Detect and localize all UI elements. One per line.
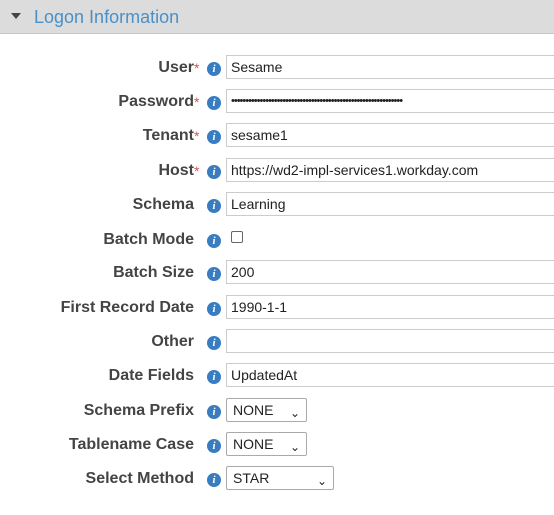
batch-size-input[interactable]: 200 — [226, 260, 554, 284]
select-method-value: STAR — [233, 470, 270, 486]
host-info-icon[interactable]: i — [207, 165, 221, 179]
chevron-down-icon: ⌄ — [289, 406, 300, 420]
logon-form: User * i Sesame Password * i •••••••••••… — [0, 34, 554, 515]
batch-mode-info-icon[interactable]: i — [207, 234, 221, 248]
user-label: User — [158, 59, 194, 76]
tenant-required-marker: * — [194, 128, 200, 144]
first-record-date-info-icon[interactable]: i — [207, 302, 221, 316]
chevron-down-icon: ⌄ — [289, 440, 300, 454]
batch-size-info-icon[interactable]: i — [207, 267, 221, 281]
other-label: Other — [151, 333, 194, 350]
user-input[interactable]: Sesame — [226, 55, 554, 79]
date-fields-label: Date Fields — [108, 367, 194, 384]
schema-prefix-label: Schema Prefix — [83, 402, 194, 419]
schema-prefix-value: NONE — [233, 402, 274, 418]
other-input[interactable] — [226, 329, 554, 353]
host-required-marker: * — [194, 163, 200, 179]
first-record-date-label: First Record Date — [60, 299, 194, 316]
chevron-down-icon: ⌄ — [316, 474, 327, 488]
tenant-label: Tenant — [142, 127, 194, 144]
schema-label: Schema — [132, 196, 194, 213]
host-input[interactable]: https://wd2-impl-services1.workday.com — [226, 158, 554, 182]
tablename-case-label: Tablename Case — [68, 436, 194, 453]
password-input[interactable]: ••••••••••••••••••••••••••••••••••••••••… — [226, 89, 554, 113]
date-fields-input[interactable]: UpdatedAt — [226, 363, 554, 387]
user-required-marker: * — [194, 60, 200, 76]
select-method-label: Select Method — [85, 470, 194, 487]
batch-mode-checkbox[interactable] — [231, 231, 243, 243]
select-method-select[interactable]: STAR ⌄ — [226, 466, 334, 490]
schema-info-icon[interactable]: i — [207, 199, 221, 213]
password-label: Password — [118, 93, 194, 110]
other-info-icon[interactable]: i — [207, 336, 221, 350]
select-method-info-icon[interactable]: i — [207, 473, 221, 487]
schema-prefix-info-icon[interactable]: i — [207, 405, 221, 419]
password-info-icon[interactable]: i — [207, 96, 221, 110]
date-fields-info-icon[interactable]: i — [207, 370, 221, 384]
section-title: Logon Information — [34, 7, 180, 27]
tablename-case-select[interactable]: NONE ⌄ — [226, 432, 307, 456]
user-info-icon[interactable]: i — [207, 62, 221, 76]
batch-mode-label: Batch Mode — [103, 231, 194, 248]
schema-prefix-select[interactable]: NONE ⌄ — [226, 398, 307, 422]
host-label: Host — [158, 162, 194, 179]
section-header[interactable]: Logon Information — [0, 0, 554, 34]
tenant-info-icon[interactable]: i — [207, 130, 221, 144]
collapse-caret-icon[interactable] — [11, 13, 21, 19]
batch-size-label: Batch Size — [113, 264, 194, 281]
tablename-case-value: NONE — [233, 436, 274, 452]
tablename-case-info-icon[interactable]: i — [207, 439, 221, 453]
password-required-marker: * — [194, 94, 200, 110]
first-record-date-input[interactable]: 1990-1-1 — [226, 295, 554, 319]
tenant-input[interactable]: sesame1 — [226, 123, 554, 147]
schema-input[interactable]: Learning — [226, 192, 554, 216]
